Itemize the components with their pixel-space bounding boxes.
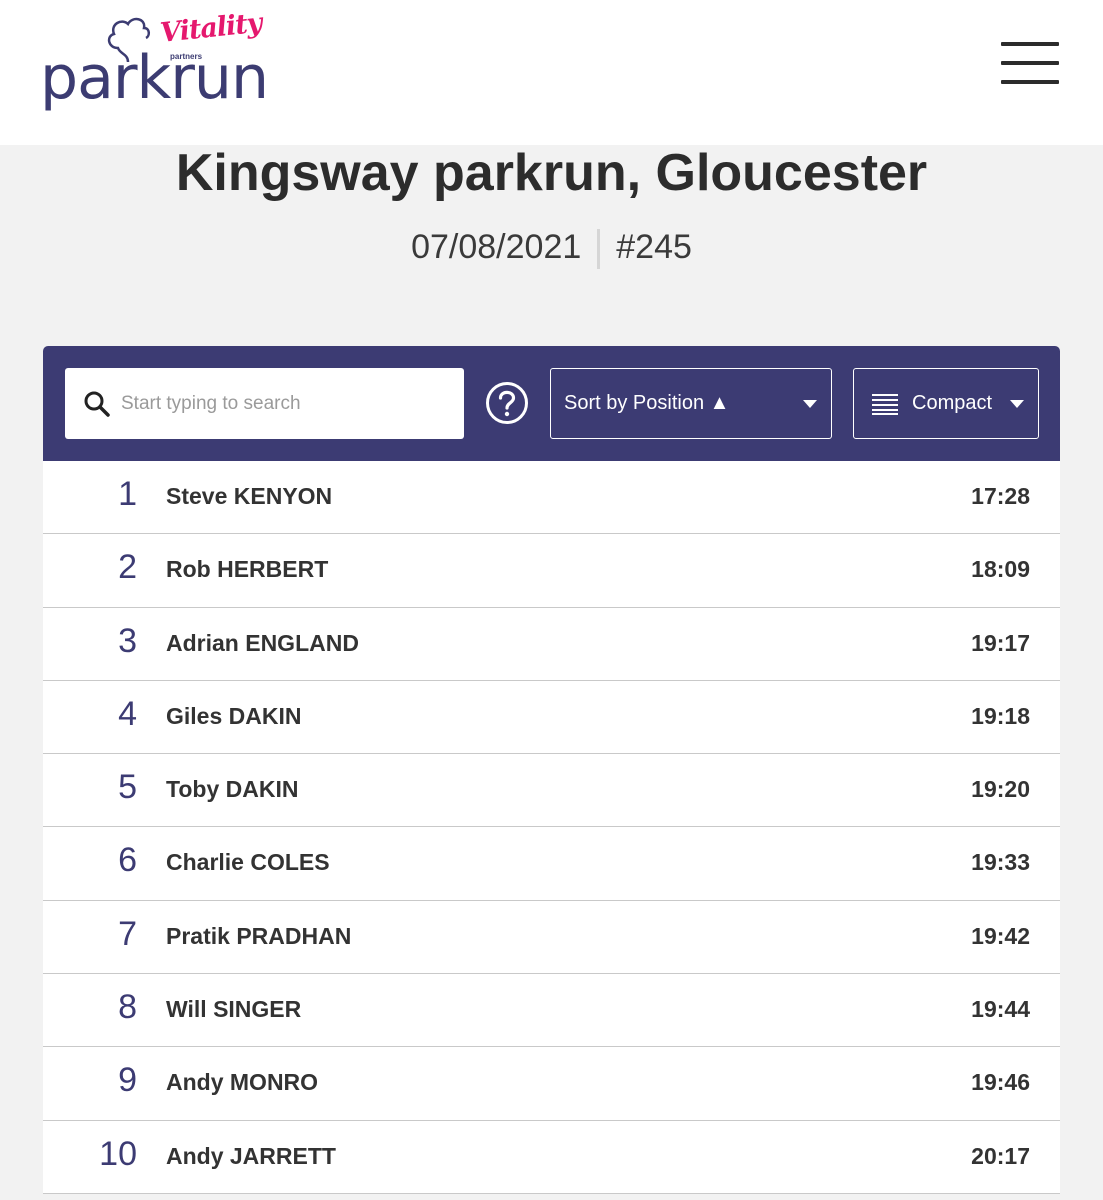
finish-time: 19:46: [971, 1069, 1030, 1096]
list-view-icon: [872, 394, 898, 415]
runner-name[interactable]: Toby DAKIN: [166, 776, 298, 803]
view-select[interactable]: Compact: [853, 368, 1039, 439]
event-date: 07/08/2021: [411, 228, 582, 266]
result-position: 9: [118, 1061, 137, 1100]
runner-name[interactable]: Pratik PRADHAN: [166, 923, 351, 950]
chevron-down-icon: [1010, 400, 1024, 408]
result-position: 4: [118, 694, 137, 733]
finish-time: 19:17: [971, 629, 1030, 656]
table-row[interactable]: 10 Andy JARRETT 20:17: [43, 1120, 1060, 1194]
runner-name[interactable]: Giles DAKIN: [166, 703, 301, 730]
result-position: 2: [118, 548, 137, 587]
table-row[interactable]: 8 Will SINGER 19:44: [43, 974, 1060, 1048]
table-row[interactable]: 1 Steve KENYON 17:28: [43, 461, 1060, 535]
search-input[interactable]: [121, 368, 451, 439]
finish-time: 17:28: [971, 483, 1030, 509]
sort-select-label: Sort by Position ▲: [564, 392, 730, 414]
chevron-down-icon: [803, 400, 817, 408]
runner-name[interactable]: Charlie COLES: [166, 849, 330, 876]
table-row[interactable]: 2 Rob HERBERT 18:09: [43, 534, 1060, 608]
result-position: 5: [118, 768, 137, 807]
event-meta: 07/08/2021 #245: [0, 228, 1103, 270]
finish-time: 19:44: [971, 996, 1030, 1023]
search-icon: [84, 391, 110, 417]
table-row[interactable]: 3 Adrian ENGLAND 19:17: [43, 607, 1060, 681]
table-row[interactable]: 7 Pratik PRADHAN 19:42: [43, 900, 1060, 975]
table-row[interactable]: 6 Charlie COLES 19:33: [43, 827, 1060, 901]
question-circle-icon[interactable]: [485, 381, 529, 425]
finish-time: 19:33: [971, 849, 1030, 876]
runner-name[interactable]: Will SINGER: [166, 996, 301, 1023]
vitality-parkrun-logo[interactable]: Vitality partners parkrun: [40, 8, 269, 114]
runner-name[interactable]: Andy MONRO: [166, 1069, 318, 1096]
result-position: 7: [118, 914, 137, 953]
result-position: 3: [118, 621, 137, 660]
runner-name[interactable]: Adrian ENGLAND: [166, 630, 359, 657]
sort-select[interactable]: Sort by Position ▲: [550, 368, 832, 439]
finish-time: 18:09: [971, 556, 1030, 583]
finish-time: 19:42: [971, 922, 1030, 949]
site-header: Vitality partners parkrun: [0, 0, 1103, 145]
finish-time: 19:18: [971, 702, 1030, 729]
results-list: 1 Steve KENYON 17:28 2 Rob HERBERT 18:09…: [43, 461, 1060, 1194]
result-position: 1: [118, 475, 137, 513]
result-position: 6: [118, 841, 137, 880]
meta-divider: [597, 229, 601, 270]
table-row[interactable]: 9 Andy MONRO 19:46: [43, 1047, 1060, 1121]
hamburger-icon[interactable]: [1001, 40, 1061, 86]
table-row[interactable]: 5 Toby DAKIN 19:20: [43, 754, 1060, 828]
result-position: 10: [99, 1134, 137, 1173]
finish-time: 20:17: [971, 1142, 1030, 1169]
parkrun-wordmark: parkrun: [40, 43, 269, 113]
runner-name[interactable]: Rob HERBERT: [166, 556, 328, 583]
runner-name[interactable]: Andy JARRETT: [166, 1143, 336, 1170]
search-box[interactable]: [65, 368, 464, 439]
finish-time: 19:20: [971, 776, 1030, 803]
table-row[interactable]: 4 Giles DAKIN 19:18: [43, 680, 1060, 755]
event-run-number: #245: [616, 228, 692, 266]
view-select-label: Compact: [912, 392, 993, 414]
runner-name[interactable]: Steve KENYON: [166, 483, 332, 510]
event-title: Kingsway parkrun, Gloucester: [175, 144, 928, 202]
result-position: 8: [118, 988, 137, 1027]
results-toolbar: Sort by Position ▲ Compact: [43, 346, 1060, 461]
